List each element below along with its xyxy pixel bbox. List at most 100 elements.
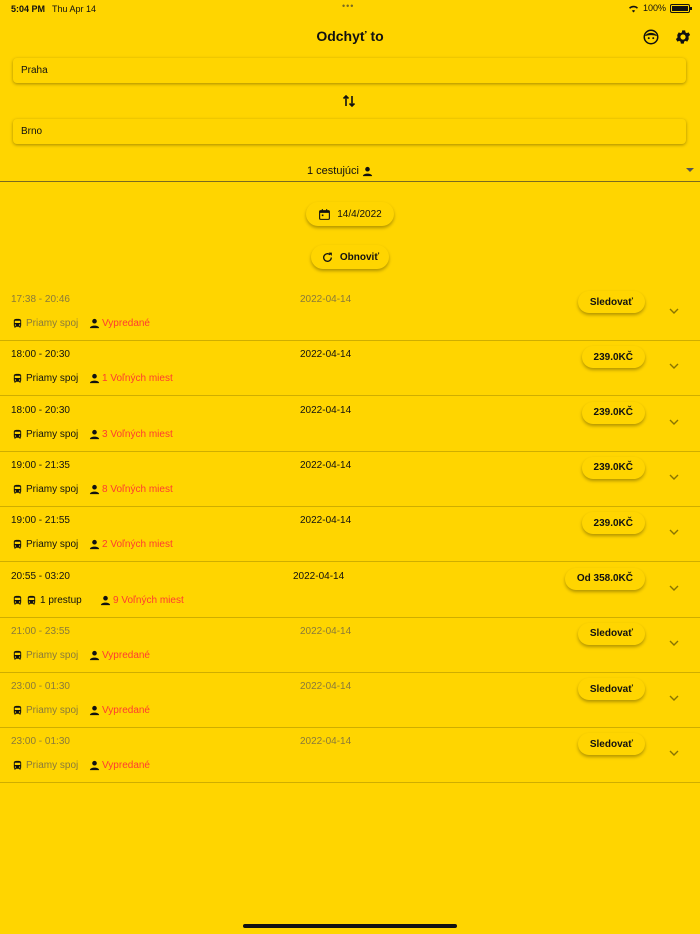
multitask-dots-icon[interactable]: •••	[342, 1, 354, 11]
connection-type: Priamy spoj	[12, 650, 78, 661]
list-item[interactable]: 23:00 - 01:30 2022-04-14 Priamy spoj Vypred…	[0, 727, 700, 784]
chevron-down-icon[interactable]	[668, 470, 680, 482]
seat-availability: 3 Voľných miest	[89, 429, 173, 440]
passengers-dropdown[interactable]: 1 cestujúci	[0, 163, 700, 182]
to-field[interactable]: Brno	[13, 119, 686, 144]
person-icon	[89, 650, 100, 661]
date-button[interactable]: 14/4/2022	[306, 202, 394, 226]
connection-type-label: Priamy spoj	[26, 373, 79, 385]
swap-arrows-icon[interactable]	[341, 93, 357, 109]
list-item[interactable]: 18:00 - 20:30 2022-04-14 Priamy spoj 3 Voľn…	[0, 396, 700, 452]
person-icon	[89, 373, 100, 384]
list-item[interactable]: 20:55 - 03:20 2022-04-14 1 prestup 9 Voľnýc…	[0, 562, 700, 618]
chevron-down-icon[interactable]	[668, 636, 680, 648]
seat-availability: Vypredané	[89, 760, 150, 771]
bus-icon	[12, 318, 23, 329]
connection-type-label: Priamy spoj	[26, 760, 79, 772]
seat-availability-label: Vypredané	[102, 318, 150, 329]
trip-date: 2022-04-14	[293, 570, 345, 582]
person-icon	[89, 705, 100, 716]
list-item[interactable]: 19:00 - 21:35 2022-04-14 Priamy spoj 8 Voľn…	[0, 451, 700, 507]
seat-availability-label: Vypredané	[102, 649, 150, 661]
trip-date: 2022-04-14	[300, 294, 352, 305]
gear-icon[interactable]	[674, 28, 692, 46]
connection-type-label: Priamy spoj	[26, 649, 79, 661]
seat-availability-label: 3 Voľných miest	[102, 428, 173, 440]
connection-type: Priamy spoj	[12, 539, 78, 550]
refresh-icon	[322, 252, 332, 262]
battery-icon	[670, 3, 692, 13]
connection-type: Priamy spoj	[12, 705, 78, 716]
chevron-down-icon[interactable]	[668, 581, 680, 593]
connection-type: Priamy spoj	[12, 760, 78, 771]
seat-availability: 2 Voľných miest	[89, 539, 173, 550]
chevron-down-icon[interactable]	[668, 691, 680, 703]
departure-arrival-times: 21:00 - 23:55	[11, 625, 70, 637]
watch-button[interactable]: Sledovať	[577, 622, 645, 645]
seat-availability: Vypredané	[89, 705, 150, 716]
profile-face-icon[interactable]	[642, 28, 660, 46]
bus-icon	[12, 595, 23, 606]
status-date: Thu Apr 14	[52, 4, 97, 14]
price-button[interactable]: 239.0KČ	[581, 346, 645, 369]
connection-type: Priamy spoj	[12, 318, 78, 329]
watch-button[interactable]: Sledovať	[577, 733, 645, 756]
connection-type-label: Priamy spoj	[26, 705, 79, 717]
wifi-icon	[628, 5, 638, 13]
price-button[interactable]: 239.0KČ	[581, 401, 645, 424]
from-value: Praha	[21, 65, 48, 76]
seat-availability-label: 2 Voľných miest	[102, 539, 173, 551]
seat-availability-label: 8 Voľných miest	[102, 483, 173, 495]
chevron-down-icon[interactable]	[668, 525, 680, 537]
connection-type-label: 1 prestup	[40, 594, 82, 606]
status-time: 5:04 PM	[11, 4, 46, 14]
chevron-down-icon[interactable]	[668, 415, 680, 427]
trip-date: 2022-04-14	[300, 515, 352, 527]
seat-availability-label: Vypredané	[102, 760, 150, 772]
chevron-down-icon[interactable]	[668, 746, 680, 758]
list-item[interactable]: 19:00 - 21:55 2022-04-14 Priamy spoj 2 Voľn…	[0, 506, 700, 563]
trip-date: 2022-04-14	[300, 625, 352, 637]
list-item[interactable]: 23:00 - 01:30 2022-04-14 Priamy spoj Vypred…	[0, 672, 700, 729]
chevron-down-icon[interactable]	[668, 304, 680, 316]
list-item[interactable]: 17:38 - 20:46 2022-04-14 Priamy spoj Vypred…	[0, 285, 700, 341]
trip-date: 2022-04-14	[300, 459, 352, 471]
price-button[interactable]: Od 358.0KČ	[564, 567, 645, 590]
connection-type-label: Priamy spoj	[26, 483, 79, 495]
person-icon	[89, 429, 100, 440]
departure-arrival-times: 19:00 - 21:35	[11, 459, 70, 471]
seat-availability: 8 Voľných miest	[89, 484, 173, 495]
person-icon	[89, 484, 100, 495]
person-icon	[100, 595, 111, 606]
chevron-down-icon	[686, 168, 694, 172]
calendar-icon	[319, 208, 331, 220]
list-item[interactable]: 21:00 - 23:55 2022-04-14 Priamy spoj Vypred…	[0, 617, 700, 673]
departure-arrival-times: 18:00 - 20:30	[11, 404, 70, 416]
seat-availability: 1 Voľných miest	[89, 373, 173, 384]
battery-percent: 100%	[642, 3, 666, 13]
list-item[interactable]: 18:00 - 20:30 2022-04-14 Priamy spoj 1 Voľn…	[0, 340, 700, 397]
bus-icon	[12, 484, 23, 495]
price-button[interactable]: 239.0KČ	[581, 456, 645, 479]
watch-button[interactable]: Sledovať	[577, 291, 645, 313]
connection-type: Priamy spoj	[12, 484, 78, 495]
departure-arrival-times: 19:00 - 21:55	[11, 515, 70, 527]
bus-icon	[12, 373, 23, 384]
chevron-down-icon[interactable]	[668, 359, 680, 371]
refresh-button[interactable]: Obnoviť	[311, 245, 389, 269]
watch-button[interactable]: Sledovať	[577, 678, 645, 701]
from-field[interactable]: Praha	[13, 58, 686, 83]
status-right: 100%	[628, 3, 692, 13]
person-icon	[362, 166, 373, 176]
trip-date: 2022-04-14	[300, 349, 352, 361]
passengers-selected: 1 cestujúci	[307, 165, 373, 177]
seat-availability-label: 9 Voľných miest	[113, 594, 184, 606]
home-indicator	[243, 924, 457, 928]
departure-arrival-times: 23:00 - 01:30	[11, 681, 70, 693]
page-title: Odchyť to	[316, 28, 384, 44]
person-icon	[89, 539, 100, 550]
connection-type-label: Priamy spoj	[26, 318, 79, 329]
connection-type: Priamy spoj	[12, 373, 78, 384]
connection-type-label: Priamy spoj	[26, 428, 79, 440]
price-button[interactable]: 239.0KČ	[581, 512, 645, 535]
